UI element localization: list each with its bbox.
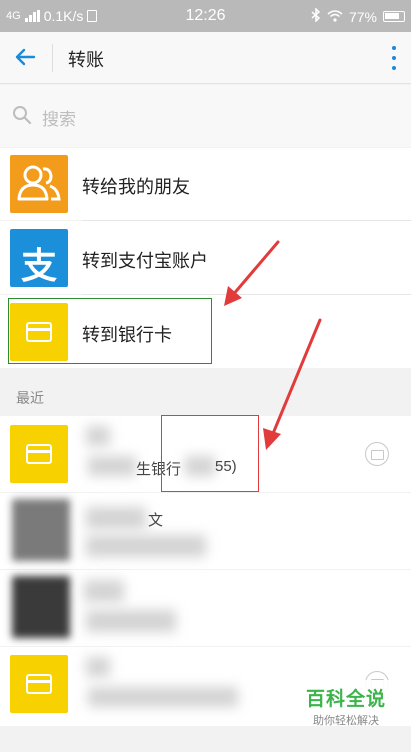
highlight-box-red [161,415,259,492]
card-badge-icon [365,442,389,466]
bank-card-icon [10,425,68,483]
watermark-sub-text: 助你轻松解决 [313,715,379,727]
transfer-to-friend-label: 转给我的朋友 [82,177,190,197]
alipay-icon: 支 [10,229,68,287]
page-title: 转账 [68,50,104,70]
wifi-icon [327,9,343,25]
highlight-box-green [8,298,212,364]
alipay-zhi-glyph: 支 [20,246,57,287]
recent-item-name-partial: 文 [148,512,164,529]
transfer-to-alipay-label: 转到支付宝账户 [82,251,208,271]
bottom-area [0,726,411,752]
search-placeholder: 搜索 [42,110,76,129]
redacted-name [84,580,124,602]
status-bar: 4G 0.1K/s 12:26 77% [0,0,411,32]
redacted-text [86,535,206,557]
redacted-name [86,657,110,677]
avatar [12,499,70,561]
redacted-text [88,456,136,476]
transfer-to-alipay-item[interactable]: 支 转到支付宝账户 [0,221,411,294]
arrow-left-icon [15,48,36,66]
battery-percent: 77% [348,8,377,25]
back-button[interactable] [10,42,40,72]
title-bar: 转账 [0,32,411,84]
recent-section-title: 最近 [16,390,44,406]
watermark-main-text: 百科全说 [305,689,386,710]
battery-icon [383,11,405,22]
redacted-text [88,687,238,707]
recent-item-2[interactable]: 文 [0,493,411,569]
recent-item-3[interactable] [0,570,411,646]
title-divider [52,44,53,72]
search-bar[interactable]: 搜索 [0,85,411,147]
bank-card-icon [10,655,68,713]
watermark-logo: 百科全说 助你轻松解决 [284,680,408,727]
search-icon [13,106,32,125]
redacted-name [86,507,146,529]
transfer-to-friend-item[interactable]: 转给我的朋友 [0,148,411,220]
redacted-name [86,426,110,446]
bluetooth-icon [311,7,321,25]
redacted-text [86,610,176,632]
avatar [12,576,70,638]
more-options-button[interactable] [391,46,397,70]
more-dot-icon [392,46,396,50]
friends-icon [10,155,68,213]
